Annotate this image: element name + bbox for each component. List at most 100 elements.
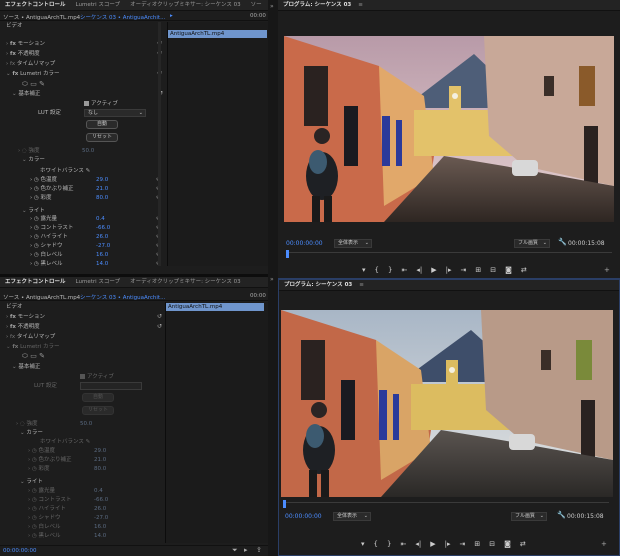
- pen-mask-icon[interactable]: ✎: [39, 80, 45, 88]
- tab-effect-controls[interactable]: エフェクトコントロール: [0, 0, 71, 10]
- camera-icon[interactable]: ◙: [505, 266, 512, 274]
- lut-dropdown[interactable]: [80, 382, 142, 390]
- reset-button[interactable]: リセット: [82, 406, 114, 415]
- stopwatch-icon[interactable]: › ◷: [30, 261, 41, 267]
- mark-in-icon[interactable]: {: [375, 266, 379, 274]
- menu-icon[interactable]: ≡: [358, 2, 363, 8]
- param-row[interactable]: › ◷ 黒レベル14.0↺: [30, 260, 165, 268]
- reset-icon[interactable]: ↺: [157, 313, 162, 321]
- go-to-in-icon[interactable]: ⇤: [400, 540, 406, 548]
- color-section[interactable]: ⌄ カラー: [20, 429, 43, 437]
- active-checkbox[interactable]: アクティブ: [84, 100, 118, 108]
- param-row[interactable]: › ◷ 白レベル16.0↺: [30, 251, 165, 259]
- effect-timeremap[interactable]: › fx タイムリマップ: [6, 333, 166, 341]
- reset-icon[interactable]: ↺: [157, 323, 162, 331]
- go-to-out-icon[interactable]: ⇥: [460, 266, 466, 274]
- mark-out-icon[interactable]: }: [387, 540, 391, 548]
- eyedropper-icon[interactable]: ✎: [86, 439, 91, 445]
- current-timecode[interactable]: 00:00:00:00: [286, 240, 323, 247]
- stopwatch-icon[interactable]: › ◷: [28, 488, 39, 494]
- param-row[interactable]: › ◷ 彩度 80.0: [28, 465, 165, 473]
- param-row[interactable]: › ◷ 色かぶり補正 21.0: [28, 456, 165, 464]
- lut-dropdown[interactable]: なし ⌄: [84, 109, 146, 117]
- stopwatch-icon[interactable]: › ◷: [30, 186, 41, 192]
- basic-correction[interactable]: ⌄ 基本補正↺: [12, 90, 167, 98]
- pen-mask-icon[interactable]: ✎: [39, 352, 45, 360]
- button-editor-icon[interactable]: ⇄: [521, 266, 527, 274]
- playhead[interactable]: [286, 250, 289, 258]
- rect-mask-icon[interactable]: ▭: [30, 80, 37, 88]
- param-row[interactable]: › ◷ 白レベル 16.0: [28, 523, 165, 531]
- param-row[interactable]: › ◷ 色温度 29.0: [28, 447, 165, 455]
- stopwatch-icon[interactable]: › ◷: [30, 252, 41, 258]
- stopwatch-icon[interactable]: › ◷: [28, 515, 39, 521]
- param-value[interactable]: 21.0: [96, 185, 108, 193]
- clip-bar[interactable]: AntiguaArchTL.mp4: [168, 30, 267, 38]
- playhead[interactable]: [283, 500, 286, 508]
- mask-tools[interactable]: ⬭ ▭ ✎: [22, 352, 45, 361]
- add-icon[interactable]: +: [604, 266, 610, 274]
- effect-opacity[interactable]: › fx 不透明度↺: [6, 50, 166, 58]
- param-row[interactable]: › ◷ シャドウ-27.0↺: [30, 242, 165, 250]
- stopwatch-icon[interactable]: › ◷: [28, 448, 39, 454]
- effect-motion[interactable]: › fx モーション↺: [6, 313, 166, 321]
- mark-out-icon[interactable]: }: [388, 266, 392, 274]
- program-title[interactable]: プログラム: シーケンス 03: [278, 0, 356, 10]
- tab-source[interactable]: ソー: [246, 0, 267, 10]
- video-frame[interactable]: [284, 36, 614, 222]
- param-value[interactable]: -27.0: [96, 242, 110, 250]
- scrollbar[interactable]: [158, 22, 161, 266]
- mini-timeline[interactable]: [165, 302, 268, 543]
- param-row[interactable]: › ◷ 露光量0.4↺: [30, 215, 165, 223]
- tab-lumetri-scopes[interactable]: Lumetri スコープ: [71, 0, 126, 10]
- sequence-clip-label[interactable]: シーケンス 03 • AntiguaArchit...: [80, 13, 165, 21]
- step-forward-icon[interactable]: |▸: [446, 266, 452, 274]
- overwrite-icon[interactable]: ⊟: [490, 266, 496, 274]
- stopwatch-icon[interactable]: › ◷: [28, 457, 39, 463]
- step-back-icon[interactable]: ◂|: [416, 266, 422, 274]
- tab-lumetri-scopes[interactable]: Lumetri スコープ: [71, 277, 126, 287]
- param-value[interactable]: 16.0: [96, 251, 108, 259]
- param-row[interactable]: › ◷ コントラスト -66.0: [28, 496, 165, 504]
- param-value[interactable]: 80.0: [96, 194, 108, 202]
- stopwatch-icon[interactable]: › ◷: [30, 243, 41, 249]
- footer-timecode[interactable]: 00:00:00:00: [3, 548, 37, 554]
- hidden-param-row[interactable]: › ◌ 強度 50.0: [18, 147, 168, 155]
- stopwatch-icon[interactable]: › ◷: [30, 216, 41, 222]
- effect-motion[interactable]: › fx モーション↺: [6, 40, 166, 48]
- insert-icon[interactable]: ⊞: [474, 540, 480, 548]
- checkbox-icon[interactable]: [80, 374, 85, 379]
- light-section[interactable]: ⌄ ライト: [20, 478, 43, 486]
- play-audio-icon[interactable]: ▸: [244, 546, 248, 554]
- color-section[interactable]: ⌄ カラー: [22, 156, 45, 164]
- camera-icon[interactable]: ◙: [504, 540, 511, 548]
- stopwatch-icon[interactable]: › ◷: [28, 506, 39, 512]
- param-value[interactable]: 29.0: [96, 176, 108, 184]
- param-row[interactable]: › ◷ 露光量 0.4: [28, 487, 165, 495]
- stopwatch-icon[interactable]: › ◷: [28, 466, 39, 472]
- param-value[interactable]: 26.0: [96, 233, 108, 241]
- ellipse-mask-icon[interactable]: ⬭: [22, 80, 28, 88]
- eyedropper-icon[interactable]: ✎: [86, 168, 91, 174]
- step-back-icon[interactable]: ◂|: [415, 540, 421, 548]
- param-value[interactable]: 0.4: [96, 215, 105, 223]
- param-value[interactable]: 14.0: [94, 532, 106, 540]
- param-value[interactable]: 0.4: [94, 487, 103, 495]
- wrench-icon[interactable]: 🔧: [557, 511, 566, 519]
- tab-effect-controls[interactable]: エフェクトコントロール: [0, 277, 71, 287]
- mark-in-icon[interactable]: {: [374, 540, 378, 548]
- zoom-dropdown[interactable]: 全体表示 ⌄: [333, 512, 371, 521]
- stopwatch-icon[interactable]: › ◷: [28, 497, 39, 503]
- rect-mask-icon[interactable]: ▭: [30, 352, 37, 360]
- hidden-param-row[interactable]: › ◌ 強度 50.0: [16, 420, 166, 428]
- param-value[interactable]: 26.0: [94, 505, 106, 513]
- scrub-bar[interactable]: [283, 500, 609, 508]
- mask-tools[interactable]: ⬭ ▭ ✎: [22, 80, 45, 89]
- param-row[interactable]: › ◷ 色かぶり補正21.0↺: [30, 185, 165, 193]
- zoom-dropdown[interactable]: 全体表示 ⌄: [334, 239, 372, 248]
- overwrite-icon[interactable]: ⊟: [489, 540, 495, 548]
- add-marker-icon[interactable]: ▾: [362, 266, 366, 274]
- go-to-in-icon[interactable]: ⇤: [401, 266, 407, 274]
- stopwatch-icon[interactable]: › ◷: [28, 533, 39, 539]
- current-timecode[interactable]: 00:00:00:00: [285, 513, 322, 520]
